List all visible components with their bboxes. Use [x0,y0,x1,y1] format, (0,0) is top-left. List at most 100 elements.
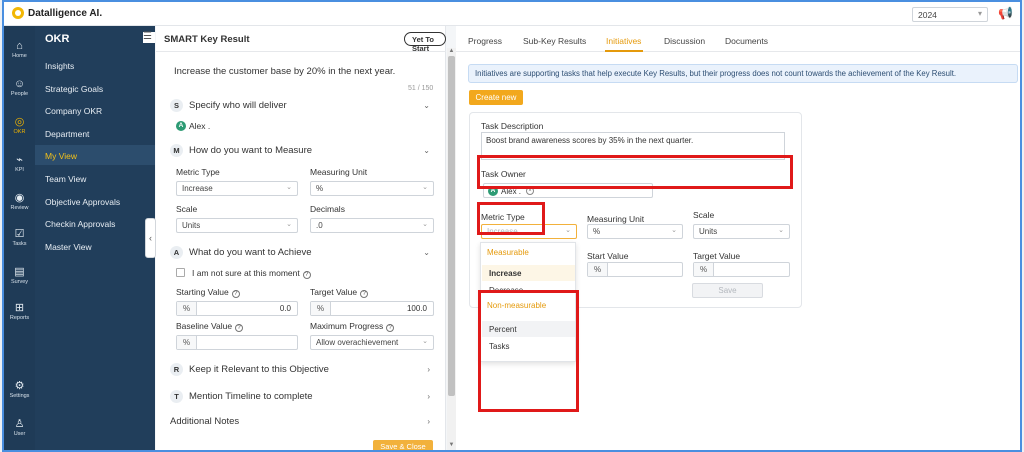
app-window: Datalligence AI. 2024 ▾ 📢 ⌂ Home ☺ Peopl… [2,0,1022,452]
section-badge: R [170,363,183,376]
status-badge[interactable]: Yet To Start [404,32,446,53]
section-relevant[interactable]: R Keep it Relevant to this Objective › [170,363,440,376]
scroll-up-icon[interactable]: ▲ [447,48,456,54]
scale-select[interactable]: Units ⌄ [176,218,298,233]
not-sure-checkbox[interactable] [176,268,185,277]
panel-scrollbar[interactable]: ▲ ▼ [447,48,456,450]
section-additional-notes[interactable]: Additional Notes › [170,416,440,427]
percent-prefix: % [311,302,331,315]
max-progress-text: Maximum Progress [310,321,384,331]
tab-sub-key-results[interactable]: Sub-Key Results [523,36,586,46]
nav-item-checkin-approvals[interactable]: Checkin Approvals [35,213,155,233]
start-value-input[interactable]: % [587,262,683,277]
decimals-select[interactable]: .0 ⌄ [310,218,434,233]
chevron-down-icon: ⌄ [286,184,292,191]
tab-documents[interactable]: Documents [725,36,768,46]
nav-item-my-view[interactable]: My View [35,145,155,165]
collapse-nav-button[interactable]: ‹ [145,218,156,258]
starting-value-input[interactable]: % 0.0 [176,301,298,316]
decimals-label: Decimals [310,204,345,214]
highlight-task-owner [477,202,545,235]
section-badge: M [170,144,183,157]
option-increase[interactable]: Increase [482,265,575,281]
section-achieve[interactable]: A What do you want to Achieve ⌄ [170,246,440,259]
section-title: Specify who will deliver [189,100,287,111]
measuring-unit-label: Measuring Unit [587,214,645,224]
rail-item-people[interactable]: ☺ People [4,78,35,97]
chevron-right-icon: › [427,417,430,426]
active-tab-indicator [605,50,643,52]
section-title: How do you want to Measure [189,145,313,156]
section-measure[interactable]: M How do you want to Measure ⌄ [170,144,440,157]
not-sure-label: I am not sure at this moment? [192,268,311,279]
create-new-button[interactable]: Create new [469,90,523,105]
rail-label: User [13,431,26,437]
section-specify[interactable]: S Specify who will deliver ⌄ [170,99,440,112]
save-button[interactable]: Save [692,283,763,298]
key-result-text[interactable]: Increase the customer base by 20% in the… [174,66,395,77]
megaphone-icon[interactable]: 📢 [998,6,1013,20]
help-icon[interactable]: ? [235,324,244,332]
target-value-input[interactable]: % [693,262,790,277]
nav-item-insights[interactable]: Insights [35,55,155,75]
nav-item-team-view[interactable]: Team View [35,168,155,188]
max-progress-label: Maximum Progress? [310,321,395,332]
chevron-down-icon: ⌄ [423,248,430,257]
measuring-unit-select[interactable]: % ⌄ [587,224,683,239]
rail-item-okr[interactable]: ◎ OKR [4,116,35,135]
rail-item-user[interactable]: ♙ User [4,418,35,437]
year-select[interactable]: 2024 ▾ [912,7,988,22]
rail-item-settings[interactable]: ⚙ Settings [4,380,35,399]
select-value: % [593,227,601,236]
rail-item-tasks[interactable]: ☑ Tasks [4,228,35,247]
input-value: 100.0 [406,304,427,313]
help-icon[interactable]: ? [386,324,395,332]
settings-icon: ⚙ [14,380,25,392]
rail-item-reports[interactable]: ⊞ Reports [4,302,35,321]
target-value-input[interactable]: % 100.0 [310,301,434,316]
rail-item-kpi[interactable]: ⌁ KPI [4,154,35,173]
scale-select[interactable]: Units ⌄ [693,224,790,239]
scroll-down-icon[interactable]: ▼ [447,442,456,448]
scroll-thumb[interactable] [448,56,455,396]
rail-item-home[interactable]: ⌂ Home [4,40,35,59]
menu-toggle-icon[interactable]: ☰ [143,32,155,43]
max-progress-select[interactable]: Allow overachievement ⌄ [310,335,434,350]
rail-item-survey[interactable]: ▤ Survey [4,266,35,285]
select-value: .0 [316,221,323,230]
chevron-down-icon: ⌄ [422,338,428,345]
not-sure-text: I am not sure at this moment [192,268,300,278]
info-banner: Initiatives are supporting tasks that he… [468,64,1018,83]
baseline-value-input[interactable]: % [176,335,298,350]
reports-icon: ⊞ [14,302,25,314]
panel-header: SMART Key Result Yet To Start [156,26,446,53]
okr-nav: OKR Insights Strategic Goals Company OKR… [35,26,155,450]
task-description-label: Task Description [481,121,544,131]
input-value: 0.0 [279,304,291,313]
start-value-label: Start Value [587,251,629,261]
metric-type-label: Metric Type [176,167,220,177]
nav-item-strategic-goals[interactable]: Strategic Goals [35,78,155,98]
save-close-button[interactable]: Save & Close [373,440,433,450]
help-icon[interactable]: ? [360,290,369,298]
help-icon[interactable]: ? [302,271,311,279]
nav-item-master-view[interactable]: Master View [35,236,155,256]
rail-item-review[interactable]: ◉ Review [4,192,35,211]
metric-type-select[interactable]: Increase ⌄ [176,181,298,196]
select-value: Increase [182,184,213,193]
tab-progress[interactable]: Progress [468,36,502,46]
tab-discussion[interactable]: Discussion [664,36,705,46]
help-icon[interactable]: ? [231,290,240,298]
avatar: A [176,121,186,131]
select-value: Units [699,227,718,236]
tab-initiatives[interactable]: Initiatives [606,36,641,46]
owner-chip[interactable]: A Alex . [176,121,210,131]
nav-item-company-okr[interactable]: Company OKR [35,100,155,120]
scale-label: Scale [693,210,715,220]
section-title: What do you want to Achieve [189,247,312,258]
nav-item-objective-approvals[interactable]: Objective Approvals [35,191,155,211]
measuring-unit-select[interactable]: % ⌄ [310,181,434,196]
rail-label: Tasks [12,241,27,247]
nav-item-department[interactable]: Department [35,123,155,143]
section-timeline[interactable]: T Mention Timeline to complete › [170,390,440,403]
